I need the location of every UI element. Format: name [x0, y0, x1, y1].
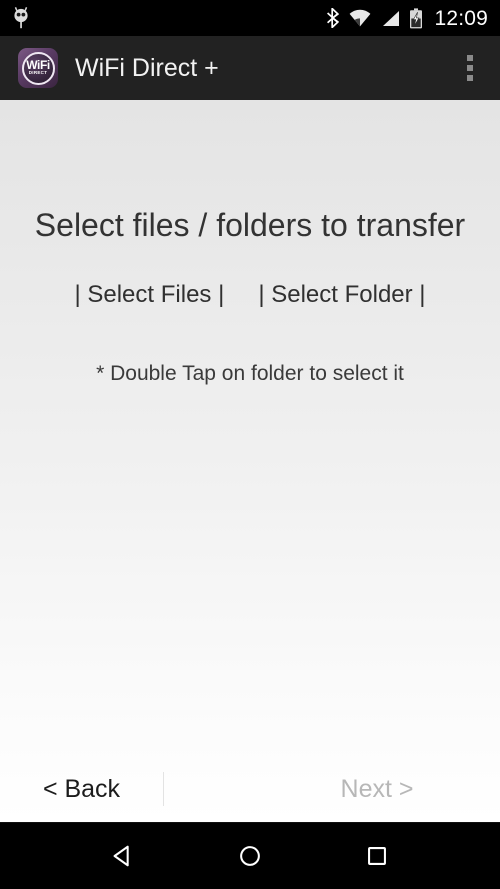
select-actions-row: | Select Files | | Select Folder | — [0, 279, 500, 311]
app-bar: WiFi DIRECT WiFi Direct + — [0, 36, 500, 100]
select-files-button[interactable]: | Select Files | — [72, 279, 226, 311]
android-navigation-bar — [0, 822, 500, 889]
nav-recents-icon[interactable] — [347, 826, 407, 886]
page-title: Select files / folders to transfer — [34, 207, 466, 243]
cell-signal-icon — [380, 10, 400, 27]
app-logo-primary-text: WiFi — [26, 58, 50, 72]
status-bar-clock: 12:09 — [434, 6, 488, 30]
overflow-dot — [467, 65, 473, 71]
wifi-icon — [349, 9, 371, 27]
status-bar-notifications — [10, 6, 32, 30]
status-bar: 12:09 — [0, 0, 500, 36]
back-button[interactable]: < Back — [0, 776, 163, 802]
content-body: Select files / folders to transfer | Sel… — [0, 100, 500, 756]
status-bar-system-icons: 12:09 — [326, 8, 488, 29]
nav-home-icon[interactable] — [220, 826, 280, 886]
overflow-dot — [467, 75, 473, 81]
app-logo-disc: WiFi DIRECT — [21, 51, 55, 85]
wifi-direct-app-logo: WiFi DIRECT — [18, 48, 58, 88]
app-logo-secondary-text: DIRECT — [28, 70, 48, 75]
app-title: WiFi Direct + — [75, 53, 219, 82]
double-tap-hint: * Double Tap on folder to select it — [96, 362, 404, 386]
nav-divider — [163, 772, 164, 806]
overflow-dot — [467, 55, 473, 61]
main-content: Select files / folders to transfer | Sel… — [0, 100, 500, 822]
phone-screen: 12:09 WiFi DIRECT WiFi Direct + Select f… — [0, 0, 500, 889]
wizard-nav-bar: < Back Next > — [0, 756, 500, 822]
overflow-menu-icon[interactable] — [450, 40, 490, 96]
owl-notification-icon — [10, 6, 32, 30]
nav-back-icon[interactable] — [93, 826, 153, 886]
select-folder-button[interactable]: | Select Folder | — [256, 279, 427, 311]
bluetooth-icon — [326, 7, 340, 29]
battery-charging-icon — [409, 7, 423, 29]
next-button[interactable]: Next > — [254, 776, 500, 802]
